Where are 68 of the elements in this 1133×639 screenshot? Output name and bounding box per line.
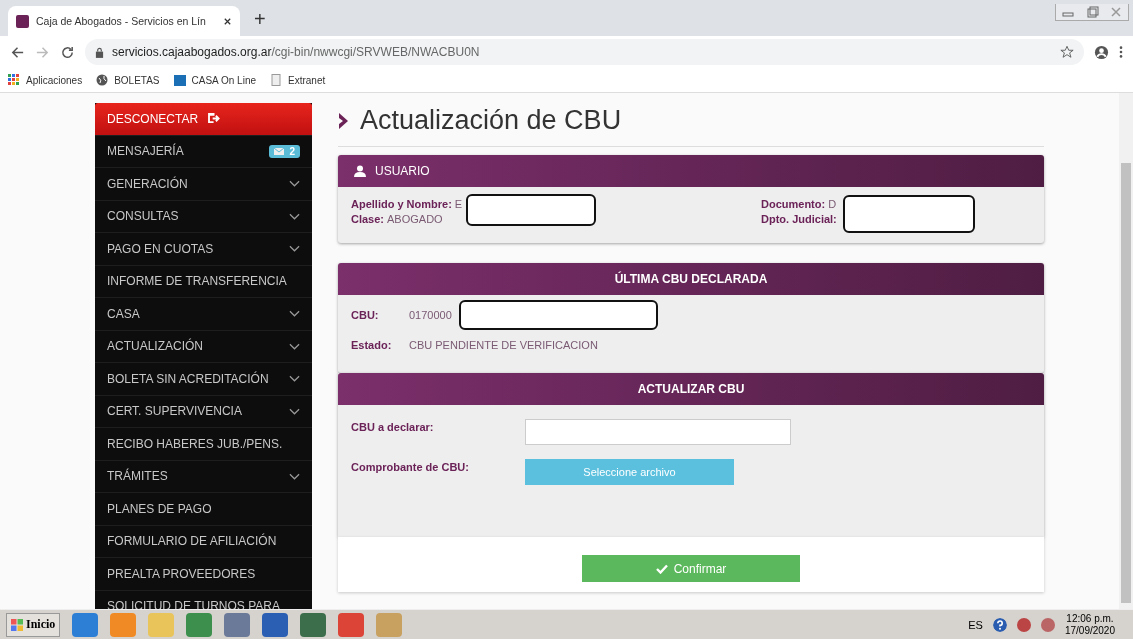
chevron-down-icon	[289, 407, 300, 415]
tab-title: Caja de Abogados - Servicios en Lín	[36, 15, 207, 27]
menu-icon[interactable]	[1119, 45, 1123, 59]
close-icon[interactable]	[223, 16, 232, 26]
sidebar-menu-item[interactable]: BOLETA SIN ACREDITACIÓN	[95, 363, 312, 396]
checkmark-icon	[655, 563, 668, 574]
sidebar-menu-item[interactable]: PREALTA PROVEEDORES	[95, 558, 312, 591]
clock[interactable]: 12:06 p.m. 17/09/2020	[1064, 612, 1115, 637]
sidebar-menu-item[interactable]: TRÁMITES	[95, 460, 312, 493]
bookmark-link[interactable]: Extranet	[270, 74, 326, 86]
sidebar-menu-item[interactable]: FORMULARIO DE AFILIACIÓN	[95, 525, 312, 558]
language-indicator[interactable]: ES	[968, 618, 983, 631]
field-label: Apellido y Nombre:	[351, 197, 452, 212]
site-favicon-icon	[16, 14, 29, 28]
message-count-badge: 2	[269, 144, 300, 158]
sidebar-menu-item[interactable]: PAGO EN CUOTAS	[95, 233, 312, 266]
field-label: Clase:	[351, 212, 385, 227]
apps-grid-icon	[8, 74, 20, 86]
field-value: 0170000	[409, 309, 452, 321]
sidebar-menu-item[interactable]: GENERACIÓN	[95, 168, 312, 201]
chevron-down-icon	[289, 180, 300, 188]
document-icon	[270, 74, 283, 86]
sidebar-menu-item[interactable]: PLANES DE PAGO	[95, 493, 312, 526]
chevron-down-icon	[289, 472, 300, 480]
account-icon[interactable]	[1094, 44, 1109, 60]
field-label: Comprobante de CBU:	[351, 460, 470, 473]
new-tab-button[interactable]: +	[254, 8, 266, 31]
sidebar-menu-item[interactable]: CERT. SUPERVIVENCIA	[95, 395, 312, 428]
field-label: Documento:	[761, 197, 826, 212]
chevron-right-icon	[338, 111, 350, 130]
user-icon	[354, 165, 366, 177]
field-value: D	[828, 197, 837, 212]
chevron-down-icon	[289, 245, 300, 253]
panel-heading: USUARIO	[375, 164, 430, 178]
address-bar[interactable]: servicios.cajaabogados.org.ar/cgi-bin/nwwcgi/SRVWEB/NWACBU0N	[85, 39, 1084, 65]
field-value: ABOGADO	[387, 212, 443, 227]
sidebar-menu-item[interactable]: INFORME DE TRANSFERENCIA	[95, 265, 312, 298]
field-label: Estado:	[351, 339, 393, 351]
sidebar-menu-item[interactable]: MENSAJERÍA 2	[95, 135, 312, 168]
field-label: CBU a declarar:	[351, 420, 435, 433]
bookmark-star-icon[interactable]	[1060, 45, 1074, 59]
reload-icon[interactable]	[60, 44, 75, 60]
cbu-input-field[interactable]	[525, 419, 791, 445]
chevron-down-icon	[289, 375, 300, 383]
browser-tab[interactable]: Caja de Abogados - Servicios en Lín	[8, 6, 240, 36]
sidebar-menu-item[interactable]: CASA	[95, 298, 312, 331]
sidebar-menu-item[interactable]: RECIBO HABERES JUB./PENS.	[95, 428, 312, 461]
bookmark-link[interactable]: BOLETAS	[96, 74, 160, 86]
scrollbar[interactable]	[1119, 93, 1133, 609]
sidebar-menu-item[interactable]: ACTUALIZACIÓN	[95, 330, 312, 363]
bookmark-link[interactable]: CASA On Line	[173, 74, 257, 86]
panel-heading: ACTUALIZAR CBU	[637, 382, 745, 396]
field-label: Dpto. Judicial:	[761, 212, 837, 227]
chevron-down-icon	[289, 212, 300, 220]
help-icon[interactable]	[992, 617, 1007, 632]
windows-logo-icon	[11, 618, 23, 631]
field-value: E	[454, 197, 463, 212]
chevron-down-icon	[289, 342, 300, 350]
chevron-down-icon	[289, 310, 300, 318]
field-label: CBU:	[351, 309, 380, 321]
page-title: Actualización de CBU	[360, 105, 622, 136]
panel-heading: ÚLTIMA CBU DECLARADA	[614, 272, 768, 286]
field-value: CBU PENDIENTE DE VERIFICACION	[409, 339, 598, 351]
logout-icon	[208, 113, 222, 125]
start-button[interactable]: Inicio	[6, 612, 61, 637]
bookmark-link[interactable]: Aplicaciones	[8, 74, 83, 86]
lock-icon	[95, 46, 104, 58]
sidebar-menu-item[interactable]: CONSULTAS	[95, 200, 312, 233]
